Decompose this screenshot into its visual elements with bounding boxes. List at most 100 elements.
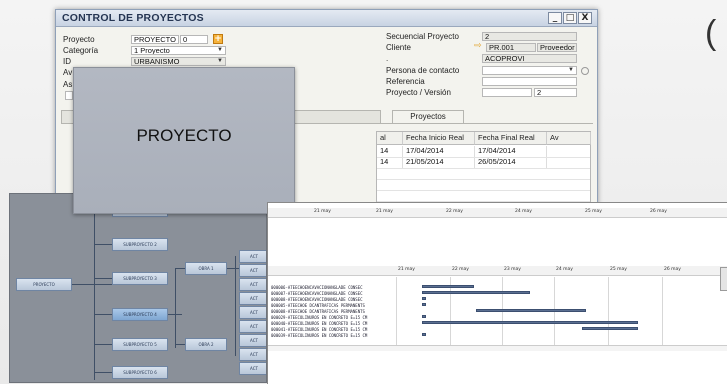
minimize-button[interactable]: _ — [548, 12, 562, 24]
proyecto-overlay-card: PROYECTO — [73, 67, 295, 214]
gantt-task-label[interactable]: 000029-ATEECOLINUROS EN CONCRETO E=15 CM — [271, 315, 367, 320]
org-node-subproject[interactable]: SUBPROYECTO 6 — [112, 366, 168, 379]
checkbox[interactable] — [65, 91, 73, 100]
gantt-date: 21 may — [398, 267, 415, 272]
gantt-horizontal-scrollbar[interactable] — [268, 345, 727, 351]
close-button[interactable]: X — [578, 12, 592, 24]
version-number-field[interactable]: 2 — [534, 88, 577, 97]
org-node-subproject[interactable]: SUBPROYECTO 5 — [112, 338, 168, 351]
info-icon[interactable] — [581, 67, 589, 75]
gantt-gridline — [662, 277, 663, 345]
cliente-name-field: ACOPROVI — [482, 54, 577, 63]
corner-glyph: ( — [705, 14, 717, 52]
gantt-bar[interactable] — [422, 315, 426, 318]
dot-label: . — [386, 54, 389, 63]
secuencial-label: Secuencial Proyecto — [386, 32, 459, 41]
gantt-bar[interactable] — [422, 285, 474, 288]
grid-cell: 17/04/2014 — [475, 146, 547, 157]
org-node-root[interactable]: PROYECTO — [16, 278, 72, 291]
gantt-task-label[interactable]: 000008-ATEECHOE DCANTRAFICAS PERMANENTS — [271, 309, 365, 314]
av-label: Av — [63, 68, 73, 77]
gantt-bar[interactable] — [582, 327, 638, 330]
org-node-obra[interactable]: OBRA 2 — [185, 338, 227, 351]
chevron-down-icon: ▼ — [217, 58, 223, 64]
secuencial-field: 2 — [482, 32, 577, 41]
gantt-gridline — [608, 277, 609, 345]
overlay-title: PROYECTO — [136, 126, 232, 145]
gantt-task-label[interactable]: 000041-ATEECOLINUROS EN CONCRETO E=15 CM — [271, 327, 367, 332]
row-divider — [377, 157, 590, 158]
grid-cell: 14 — [377, 146, 403, 157]
gantt-date: 25 may — [585, 209, 602, 214]
org-node-actividad[interactable]: ACT — [239, 348, 266, 361]
link-arrow-icon[interactable]: ⇨ — [474, 41, 482, 51]
gantt-date: 24 may — [515, 209, 532, 214]
gantt-date: 22 may — [446, 209, 463, 214]
gantt-bar[interactable] — [422, 303, 426, 306]
gantt-date: 23 may — [504, 267, 521, 272]
categoria-label: Categoría — [63, 46, 99, 55]
org-node-obra[interactable]: OBRA 1 — [185, 262, 227, 275]
cliente-code-field[interactable]: PR.001 — [486, 43, 536, 52]
gantt-bar[interactable] — [422, 297, 426, 300]
grid-cell: 17/04/2014 — [403, 146, 475, 157]
version-field[interactable] — [482, 88, 532, 97]
row-divider — [377, 190, 590, 191]
id-select[interactable]: URBANISMO ▼ — [131, 57, 226, 66]
gantt-date: 21 may — [314, 209, 331, 214]
maximize-button[interactable]: □ — [563, 12, 577, 24]
grid-header[interactable]: Fecha Final Real — [475, 132, 547, 145]
grid-cell: 14 — [377, 157, 403, 168]
gantt-vertical-scrollbar[interactable] — [720, 267, 727, 291]
cliente-label: Cliente — [386, 43, 411, 52]
grid-header[interactable]: al — [377, 132, 403, 145]
org-node-actividad[interactable]: ACT — [239, 320, 266, 333]
gantt-task-label[interactable]: 000007-ATEECHOENCAVACIONANGLADE CONSEC — [271, 291, 363, 296]
org-node-actividad[interactable]: ACT — [239, 250, 266, 263]
grid-header[interactable]: Av — [547, 132, 591, 145]
connector — [94, 372, 112, 373]
org-node-actividad[interactable]: ACT — [239, 264, 266, 277]
gantt-bar[interactable] — [422, 333, 426, 336]
org-node-actividad[interactable]: ACT — [239, 362, 266, 375]
connector — [94, 314, 112, 315]
referencia-field[interactable] — [482, 77, 577, 86]
gantt-date: 25 may — [610, 267, 627, 272]
gantt-task-label[interactable]: 000005-ATEECHOE DCANTRAFICAS PERMANENTS — [271, 303, 365, 308]
row-divider — [377, 168, 590, 169]
gantt-task-label[interactable]: 000040-ATEECOLINUROS EN CONCRETO E=15 CM — [271, 321, 367, 326]
gantt-bar[interactable] — [476, 309, 586, 312]
org-node-actividad[interactable]: ACT — [239, 334, 266, 347]
org-node-subproject[interactable]: SUBPROYECTO 2 — [112, 238, 168, 251]
org-node-subproject[interactable]: SUBPROYECTO 3 — [112, 272, 168, 285]
proyecto-number-field[interactable]: 0 — [180, 35, 208, 44]
as-label: As — [63, 80, 73, 89]
gantt-task-label[interactable]: 000006-ATEECHOENCAVACIONANGLADE CONSEC — [271, 285, 363, 290]
grid-cell: 26/05/2014 — [475, 157, 547, 168]
org-node-actividad[interactable]: ACT — [239, 278, 266, 291]
gantt-date: 22 may — [452, 267, 469, 272]
org-node-actividad[interactable]: ACT — [239, 306, 266, 319]
proyecto-field[interactable]: PROYECTO 1 — [131, 35, 179, 44]
tab-proyectos[interactable]: Proyectos — [392, 110, 464, 124]
gantt-gridline — [396, 277, 397, 345]
grid-header[interactable]: Fecha Inicio Real — [403, 132, 475, 145]
gantt-bar[interactable] — [422, 291, 530, 294]
org-chart-panel: PROYECTO SUBPROYECTO 1 SUBPROYECTO 2 SUB… — [9, 193, 267, 383]
gantt-bar[interactable] — [422, 321, 638, 324]
add-icon[interactable]: + — [213, 34, 223, 44]
org-node-subproject[interactable]: SUBPROYECTO 4 — [112, 308, 168, 321]
window-title: CONTROL DE PROYECTOS — [62, 12, 204, 24]
contacto-select[interactable]: ▼ — [482, 66, 577, 75]
connector — [227, 268, 239, 269]
connector — [175, 344, 185, 345]
org-node-actividad[interactable]: ACT — [239, 292, 266, 305]
categoria-select[interactable]: 1 Proyecto ▼ — [131, 46, 226, 55]
gantt-task-label[interactable]: 000039-ATEECOLINUROS EN CONCRETO E=15 CM — [271, 333, 367, 338]
chevron-down-icon: ▼ — [217, 47, 223, 53]
grid-cell: 21/05/2014 — [403, 157, 475, 168]
proyecto-label: Proyecto — [63, 35, 95, 44]
connector — [94, 210, 95, 380]
gantt-task-label[interactable]: 000008-ATEECHOENCAVACIONANGLADE CONSEC — [271, 297, 363, 302]
id-label: ID — [63, 57, 71, 66]
